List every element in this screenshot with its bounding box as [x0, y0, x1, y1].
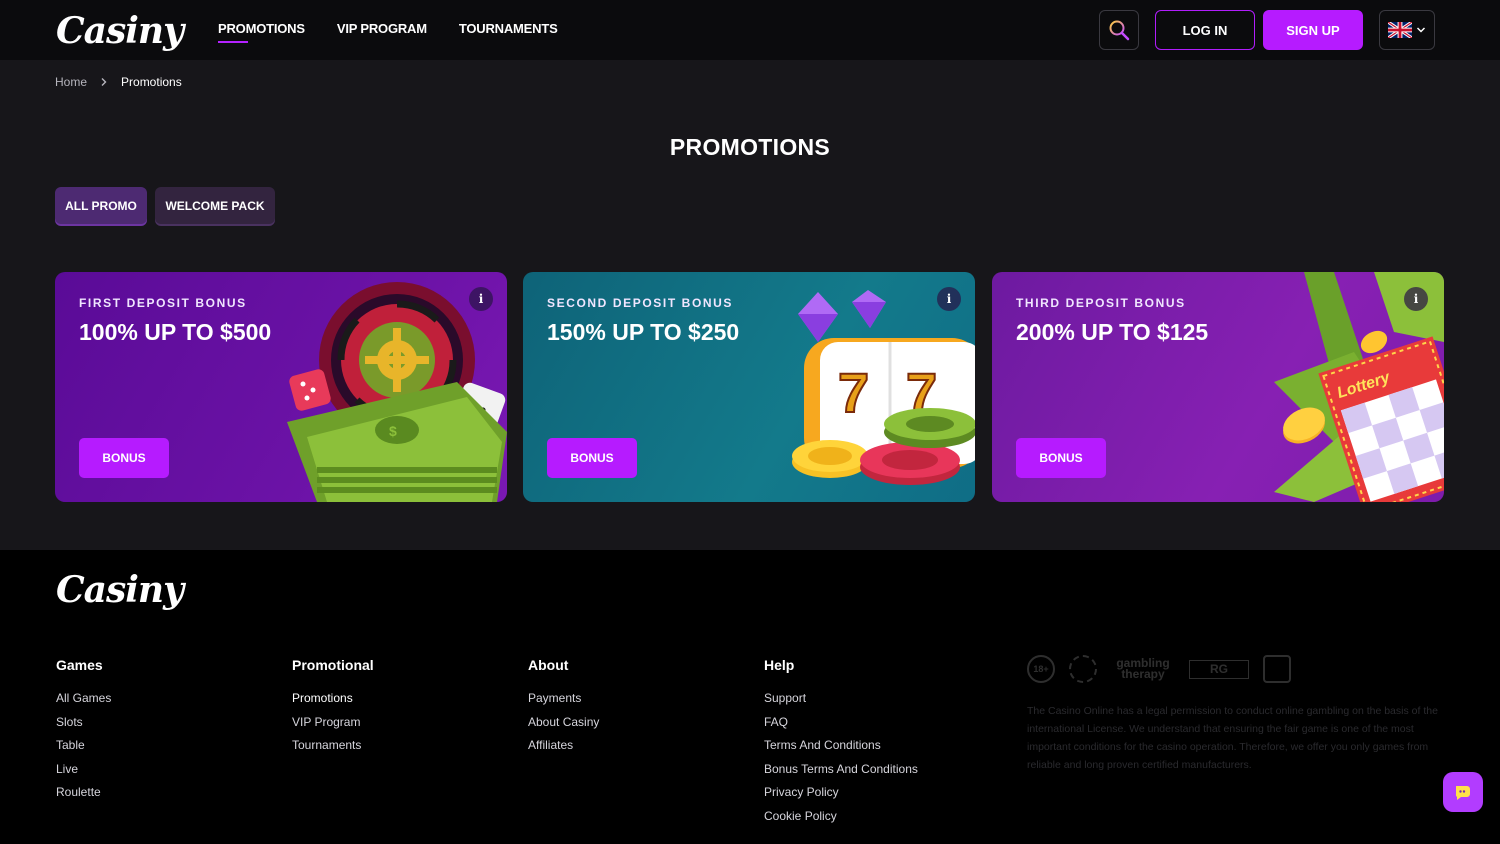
footer-col-promotional: Promotional Promotions VIP Program Tourn… [292, 657, 374, 762]
footer-link-table[interactable]: Table [56, 738, 111, 762]
gamcare-badge-icon [1263, 655, 1291, 683]
info-icon[interactable]: i [469, 287, 493, 311]
promo-title: 100% UP TO $500 [79, 319, 272, 345]
footer-link-all-games[interactable]: All Games [56, 691, 111, 715]
bonus-button[interactable]: BONUS [1016, 438, 1106, 478]
breadcrumb: Home Promotions [55, 75, 182, 89]
info-icon[interactable]: i [937, 287, 961, 311]
gambling-therapy-badge[interactable]: gambling therapy [1111, 657, 1175, 680]
footer-col-title: Help [764, 657, 795, 673]
footer-col-title: Games [56, 657, 103, 673]
promo-card-first-deposit[interactable]: $ i FIRST DEPOSIT BONUS 100% UP TO $500 … [55, 272, 507, 502]
chat-bubble-icon [1455, 786, 1470, 800]
nav-tournaments[interactable]: TOURNAMENTS [459, 0, 558, 60]
footer-link-terms[interactable]: Terms And Conditions [764, 738, 918, 762]
footer-col-title: About [528, 657, 569, 673]
footer-link-affiliates[interactable]: Affiliates [528, 738, 599, 762]
signup-button[interactable]: SIGN UP [1263, 10, 1363, 50]
footer-link-vip-program[interactable]: VIP Program [292, 715, 374, 739]
promo-title: 200% UP TO $125 [1016, 319, 1209, 345]
promo-card-third-deposit[interactable]: Lottery i THIRD DEPOSIT BONUS 200% UP TO… [992, 272, 1444, 502]
footer-link-support[interactable]: Support [764, 691, 918, 715]
search-icon [1109, 20, 1130, 41]
breadcrumb-home[interactable]: Home [55, 75, 87, 89]
footer-link-payments[interactable]: Payments [528, 691, 599, 715]
footer-link-roulette[interactable]: Roulette [56, 785, 111, 809]
login-button[interactable]: LOG IN [1155, 10, 1255, 50]
promo-label: SECOND DEPOSIT BONUS [547, 296, 734, 310]
page-title: PROMOTIONS [669, 134, 831, 160]
main-nav: PROMOTIONS VIP PROGRAM TOURNAMENTS [218, 0, 558, 60]
age-18-badge-icon: 18+ [1027, 655, 1055, 683]
footer-link-promotions[interactable]: Promotions [292, 691, 374, 715]
chat-support-button[interactable] [1443, 772, 1483, 812]
footer-col-help: Help Support FAQ Terms And Conditions Bo… [764, 657, 918, 833]
promo-label: FIRST DEPOSIT BONUS [79, 296, 247, 310]
responsible-gaming-badge[interactable]: RG [1189, 659, 1249, 679]
promo-title: 150% UP TO $250 [547, 319, 740, 345]
footer-link-slots[interactable]: Slots [56, 715, 111, 739]
footer-link-cookie-policy[interactable]: Cookie Policy [764, 809, 918, 833]
filter-welcome-pack[interactable]: WELCOME PACK [155, 187, 275, 224]
svg-text:$: $ [389, 423, 397, 439]
footer-link-privacy-policy[interactable]: Privacy Policy [764, 785, 918, 809]
search-button[interactable] [1099, 10, 1139, 50]
footer-link-bonus-terms[interactable]: Bonus Terms And Conditions [764, 762, 918, 786]
footer [0, 550, 1500, 844]
bonus-button[interactable]: BONUS [79, 438, 169, 478]
footer-col-about: About Payments About Casiny Affiliates [528, 657, 599, 762]
chevron-down-icon [1416, 27, 1426, 33]
trust-badges: 18+ gambling therapy RG [1027, 655, 1291, 683]
promo-card-second-deposit[interactable]: 7 7 i SECOND DEPOSIT BONUS 150% UP TO $2… [523, 272, 975, 502]
language-selector[interactable] [1379, 10, 1435, 50]
top-header: Casiny PROMOTIONS VIP PROGRAM TOURNAMENT… [0, 0, 1500, 60]
footer-link-faq[interactable]: FAQ [764, 715, 918, 739]
bonus-button[interactable]: BONUS [547, 438, 637, 478]
uk-flag-icon [1388, 22, 1412, 38]
breadcrumb-current: Promotions [121, 75, 182, 89]
promo-label: THIRD DEPOSIT BONUS [1016, 296, 1186, 310]
filter-all-promo[interactable]: ALL PROMO [55, 187, 147, 224]
gambling-help-badge-icon [1069, 655, 1097, 683]
footer-link-about-casiny[interactable]: About Casiny [528, 715, 599, 739]
footer-col-title: Promotional [292, 657, 374, 673]
footer-link-tournaments[interactable]: Tournaments [292, 738, 374, 762]
nav-vip-program[interactable]: VIP PROGRAM [337, 0, 427, 60]
license-text: The Casino Online has a legal permission… [1027, 705, 1438, 771]
footer-link-live[interactable]: Live [56, 762, 111, 786]
svg-text:7: 7 [838, 361, 869, 424]
footer-col-games: Games All Games Slots Table Live Roulett… [56, 657, 111, 809]
chevron-right-icon [101, 78, 107, 86]
footer-logo[interactable]: Casiny [56, 569, 184, 611]
info-icon[interactable]: i [1404, 287, 1428, 311]
casiny-logo[interactable]: Casiny [56, 10, 184, 52]
nav-promotions[interactable]: PROMOTIONS [218, 0, 305, 60]
